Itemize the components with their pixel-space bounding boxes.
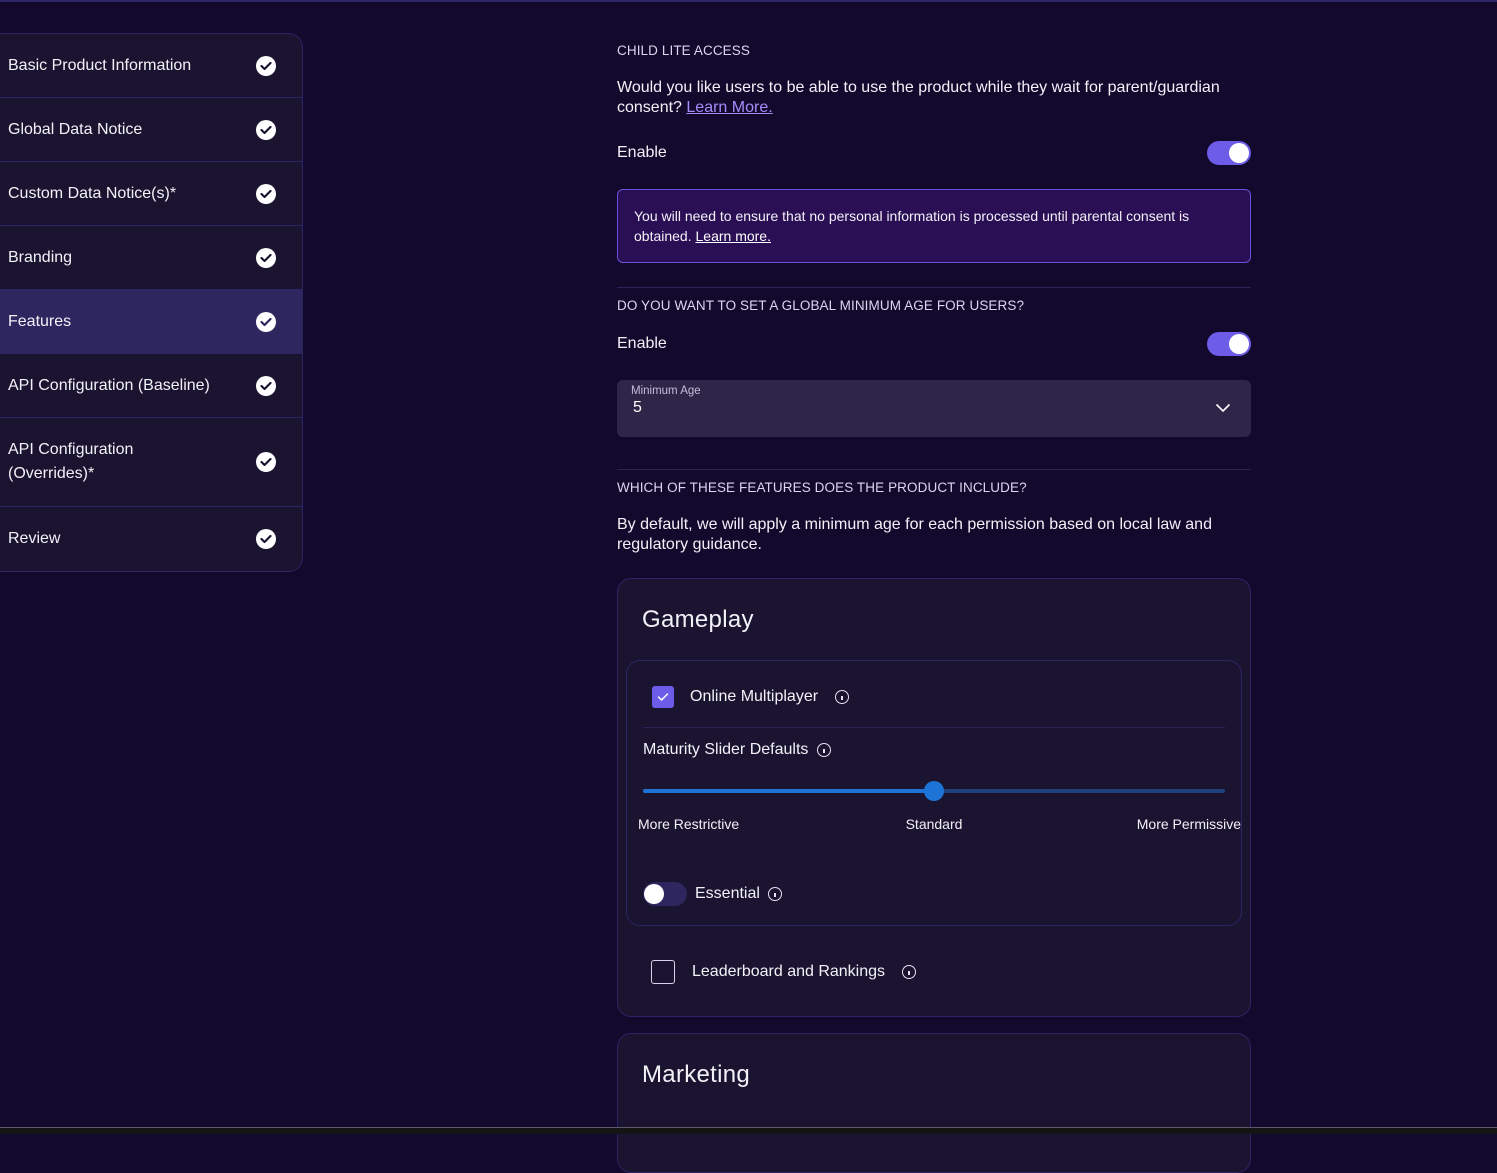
slider-label-more-permissive: More Permissive [1136, 816, 1241, 832]
section-title: WHICH OF THESE FEATURES DOES THE PRODUCT… [617, 480, 1027, 495]
check-circle-icon [256, 375, 276, 396]
child-lite-description: Would you like users to be able to use t… [617, 78, 1251, 118]
maturity-slider-header: Maturity Slider Defaults [643, 741, 832, 759]
online-multiplayer-panel: Online Multiplayer Maturity Slider Defau… [626, 660, 1242, 926]
category-title: Marketing [642, 1061, 751, 1088]
essential-toggle[interactable] [643, 882, 687, 906]
info-icon[interactable] [767, 887, 782, 901]
sidebar-item-label: API Configuration (Overrides)* [8, 441, 134, 482]
essential-label: Essential [695, 885, 760, 902]
sidebar-item-api-configuration-baseline[interactable]: API Configuration (Baseline) [0, 354, 302, 418]
check-circle-icon [256, 247, 276, 268]
sidebar-item-custom-data-notices[interactable]: Custom Data Notice(s)* [0, 162, 302, 226]
feature-label: Leaderboard and Rankings [692, 963, 886, 980]
slider-label-more-restrictive: More Restrictive [638, 816, 740, 832]
section-title: DO YOU WANT TO SET A GLOBAL MINIMUM AGE … [617, 298, 1025, 313]
minimum-age-label: Minimum Age [631, 385, 701, 397]
chevron-down-icon [1215, 400, 1231, 418]
check-circle-icon [256, 55, 276, 76]
toggle-knob [644, 884, 664, 904]
section-title: CHILD LITE ACCESS [617, 43, 750, 58]
info-icon[interactable] [817, 743, 832, 757]
sidebar-item-label: Review [8, 530, 61, 547]
min-age-enable-toggle[interactable] [1207, 332, 1251, 356]
step-sidebar: Basic Product Information Global Data No… [0, 33, 303, 572]
child-lite-enable-row: Enable [617, 141, 1251, 165]
checkmark-icon [657, 693, 669, 701]
minimum-age-select[interactable]: Minimum Age 5 [617, 380, 1251, 437]
sidebar-item-label: Basic Product Information [8, 56, 192, 74]
slider-fill [643, 789, 934, 793]
sidebar-item-label: API Configuration (Baseline) [8, 376, 210, 394]
essential-row: Essential [643, 882, 782, 906]
gameplay-card: Gameplay Online Multiplayer Maturity Sli… [617, 578, 1251, 1017]
slider-label-standard: Standard [905, 816, 963, 832]
parental-consent-notice: You will need to ensure that no personal… [617, 189, 1251, 263]
check-circle-icon [256, 529, 276, 549]
divider [617, 469, 1251, 470]
sidebar-item-features[interactable]: Features [0, 290, 302, 354]
top-border [0, 0, 1497, 2]
online-multiplayer-row: Online Multiplayer [652, 686, 850, 708]
online-multiplayer-checkbox[interactable] [652, 686, 674, 708]
info-icon[interactable] [835, 690, 850, 704]
enable-label: Enable [617, 335, 667, 352]
maturity-slider-label: Maturity Slider Defaults [643, 741, 809, 758]
min-age-enable-row: Enable [617, 332, 1251, 356]
leaderboard-row: Leaderboard and Rankings [651, 960, 917, 984]
sidebar-item-basic-product-information[interactable]: Basic Product Information [0, 34, 302, 98]
sidebar-item-branding[interactable]: Branding [0, 226, 302, 290]
maturity-slider[interactable] [643, 781, 1225, 801]
category-title: Gameplay [642, 606, 754, 633]
slider-thumb[interactable] [924, 781, 944, 801]
sidebar-item-global-data-notice[interactable]: Global Data Notice [0, 98, 302, 162]
sidebar-item-label: Features [8, 312, 72, 330]
child-lite-enable-toggle[interactable] [1207, 141, 1251, 165]
leaderboard-checkbox[interactable] [651, 960, 675, 984]
check-circle-icon [256, 452, 276, 472]
sidebar-item-api-configuration-overrides[interactable]: API Configuration (Overrides)* [0, 418, 302, 507]
check-circle-icon [256, 183, 276, 204]
features-description: By default, we will apply a minimum age … [617, 516, 1212, 553]
enable-label: Enable [617, 144, 667, 161]
learn-more-link[interactable]: Learn More. [686, 99, 772, 116]
sidebar-item-label: Branding [8, 248, 73, 266]
info-icon[interactable] [902, 965, 917, 979]
divider [617, 287, 1251, 288]
feature-label: Online Multiplayer [690, 688, 819, 705]
sidebar-item-review[interactable]: Review [0, 507, 302, 571]
check-circle-icon [256, 119, 276, 140]
notice-learn-more-link[interactable]: Learn more. [696, 228, 771, 244]
sidebar-item-label: Custom Data Notice(s)* [8, 184, 177, 202]
minimum-age-value: 5 [633, 399, 642, 416]
divider [643, 727, 1225, 728]
check-circle-icon [256, 311, 276, 332]
toggle-knob [1229, 143, 1249, 163]
toggle-knob [1229, 334, 1249, 354]
marketing-card: Marketing [617, 1033, 1251, 1173]
sidebar-item-label: Global Data Notice [8, 120, 143, 138]
